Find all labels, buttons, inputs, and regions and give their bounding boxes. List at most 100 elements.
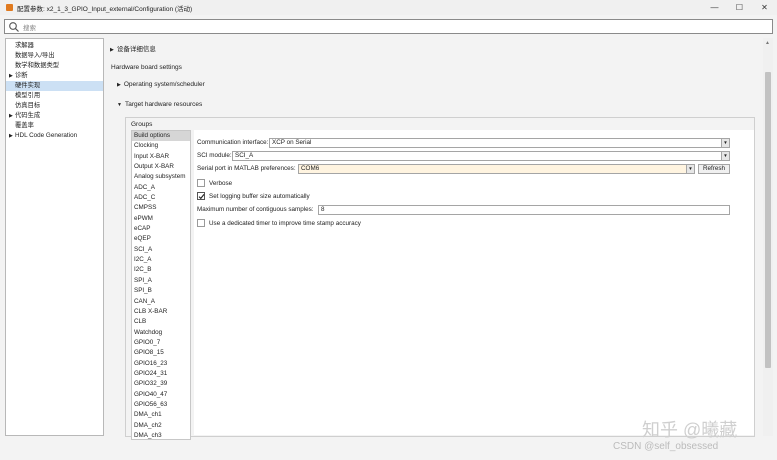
config-nav-tree: 求解器 数据导入/导出 数学和数据类型 ▶ 诊断 硬件实现 模型引用 仿真目标 ▶…	[5, 38, 104, 436]
search-input[interactable]: 搜索	[23, 22, 36, 32]
group-item[interactable]: GPIO32_39	[132, 379, 190, 389]
expand-arrow-icon[interactable]: ▶	[9, 71, 13, 81]
device-details-section[interactable]: ▶ 设备详细信息	[110, 43, 156, 53]
title-bar: 配置参数: x2_1_3_GPIO_Input_external/Configu…	[0, 0, 777, 15]
group-item[interactable]: Input X-BAR	[132, 152, 190, 162]
group-item[interactable]: ADC_C	[132, 193, 190, 203]
collapse-arrow-icon[interactable]: ▼	[117, 102, 122, 108]
group-item[interactable]: Output X-BAR	[132, 162, 190, 172]
nav-item-label: 数学和数据类型	[15, 62, 60, 69]
nav-item-label: 诊断	[15, 72, 28, 79]
group-item[interactable]: GPIO24_31	[132, 369, 190, 379]
sci-module-select[interactable]: SCI_A ▼	[232, 151, 730, 161]
group-item[interactable]: CMPSS	[132, 203, 190, 213]
max-samples-label: Maximum number of contiguous samples:	[197, 206, 314, 213]
expand-arrow-icon[interactable]: ▶	[9, 111, 13, 121]
expand-arrow-icon[interactable]: ▶	[9, 131, 13, 141]
group-item[interactable]: GPIO56_63	[132, 400, 190, 410]
expand-arrow-icon[interactable]: ▶	[110, 47, 114, 53]
group-item[interactable]: Analog subsystem	[132, 172, 190, 182]
group-item[interactable]: GPIO16_23	[132, 359, 190, 369]
group-item[interactable]: ePWM	[132, 214, 190, 224]
nav-item-hardware-implementation[interactable]: 硬件实现	[6, 81, 103, 91]
comm-interface-select[interactable]: XCP on Serial ▼	[269, 138, 730, 148]
serial-port-value: COM6	[301, 165, 320, 172]
nav-item-solver[interactable]: 求解器	[6, 41, 103, 51]
group-item[interactable]: SPI_B	[132, 286, 190, 296]
comm-interface-label: Communication interface:	[197, 139, 269, 146]
group-item[interactable]: I2C_A	[132, 255, 190, 265]
group-item[interactable]: Watchdog	[132, 328, 190, 338]
verbose-checkbox[interactable]	[197, 179, 205, 187]
target-hw-resources-panel: Groups Build options Clocking Input X-BAR O…	[125, 117, 755, 440]
group-item[interactable]: GPIO40_47	[132, 390, 190, 400]
nav-item-label: 模型引用	[15, 92, 41, 99]
group-item[interactable]: CAN_A	[132, 297, 190, 307]
nav-item-data-io[interactable]: 数据导入/导出	[6, 51, 103, 61]
group-item[interactable]: CLB	[132, 317, 190, 327]
app-icon	[6, 4, 13, 11]
group-item[interactable]: eCAP	[132, 224, 190, 234]
nav-item-label: 求解器	[15, 42, 34, 49]
section-label: Operating system/scheduler	[123, 81, 205, 88]
nav-item-label: 代码生成	[15, 112, 41, 119]
max-samples-input[interactable]: 8	[318, 205, 730, 215]
zhihu-watermark: 知乎 @曦藏	[642, 420, 738, 440]
vertical-scrollbar[interactable]: ▲	[763, 38, 773, 436]
group-item[interactable]: eQEP	[132, 234, 190, 244]
comm-interface-value: XCP on Serial	[272, 139, 312, 146]
nav-item-coverage[interactable]: 覆盖率	[6, 121, 103, 131]
os-scheduler-section[interactable]: ▶ Operating system/scheduler	[117, 81, 205, 88]
nav-item-hdl-code-generation[interactable]: ▶ HDL Code Generation	[6, 131, 103, 141]
nav-item-label: 覆盖率	[15, 122, 34, 129]
window-title: 配置参数: x2_1_3_GPIO_Input_external/Configu…	[17, 5, 193, 13]
nav-item-diagnostics[interactable]: ▶ 诊断	[6, 71, 103, 81]
group-item[interactable]: Clocking	[132, 141, 190, 151]
group-item[interactable]: GPIO0_7	[132, 338, 190, 348]
group-item[interactable]: DMA_ch2	[132, 421, 190, 431]
logging-buffer-label: Set logging buffer size automatically	[209, 193, 310, 200]
maximize-button[interactable]: ☐	[727, 0, 752, 15]
group-item[interactable]: DMA_ch1	[132, 410, 190, 420]
refresh-button[interactable]: Refresh	[698, 164, 730, 174]
window-controls: — ☐ ✕	[702, 0, 777, 15]
groups-list: Build options Clocking Input X-BAR Output X…	[131, 130, 191, 440]
serial-port-label: Serial port in MATLAB preferences:	[197, 165, 296, 172]
expand-arrow-icon[interactable]: ▶	[117, 82, 121, 88]
nav-item-code-generation[interactable]: ▶ 代码生成	[6, 111, 103, 121]
logging-buffer-checkbox[interactable]	[197, 192, 205, 200]
nav-item-label: 数据导入/导出	[15, 52, 55, 59]
target-hw-resources-section[interactable]: ▼ Target hardware resources	[117, 101, 202, 108]
search-icon	[9, 21, 19, 32]
dropdown-arrow-icon[interactable]: ▼	[721, 139, 729, 147]
verbose-label: Verbose	[209, 180, 233, 187]
sci-module-value: SCI_A	[235, 152, 254, 159]
sci-module-label: SCI module:	[197, 152, 232, 159]
hw-board-settings-heading: Hardware board settings	[111, 64, 182, 71]
group-item[interactable]: CLB X-BAR	[132, 307, 190, 317]
group-item[interactable]: GPIO8_15	[132, 348, 190, 358]
nav-item-simulation-target[interactable]: 仿真目标	[6, 101, 103, 111]
csdn-watermark: CSDN @self_obsessed	[613, 441, 719, 452]
dropdown-arrow-icon[interactable]: ▼	[686, 165, 694, 173]
minimize-button[interactable]: —	[702, 0, 727, 15]
group-item[interactable]: ADC_A	[132, 183, 190, 193]
dedicated-timer-checkbox[interactable]	[197, 219, 205, 227]
nav-item-model-reference[interactable]: 模型引用	[6, 91, 103, 101]
nav-item-label: 硬件实现	[15, 82, 41, 89]
search-bar[interactable]: 搜索	[4, 19, 773, 34]
dropdown-arrow-icon[interactable]: ▼	[721, 152, 729, 160]
check-icon	[198, 194, 205, 200]
group-item[interactable]: Build options	[132, 131, 190, 142]
group-item[interactable]: SCI_A	[132, 245, 190, 255]
scroll-up-icon[interactable]: ▲	[765, 40, 770, 46]
group-item[interactable]: I2C_B	[132, 265, 190, 275]
nav-item-label: 仿真目标	[15, 102, 41, 109]
group-item[interactable]: SPI_A	[132, 276, 190, 286]
dedicated-timer-label: Use a dedicated timer to improve time st…	[209, 220, 361, 227]
nav-item-math-types[interactable]: 数学和数据类型	[6, 61, 103, 71]
serial-port-select[interactable]: COM6 ▼	[298, 164, 695, 174]
scrollbar-thumb[interactable]	[765, 72, 771, 368]
close-button[interactable]: ✕	[752, 0, 777, 15]
group-item[interactable]: DMA_ch3	[132, 431, 190, 439]
